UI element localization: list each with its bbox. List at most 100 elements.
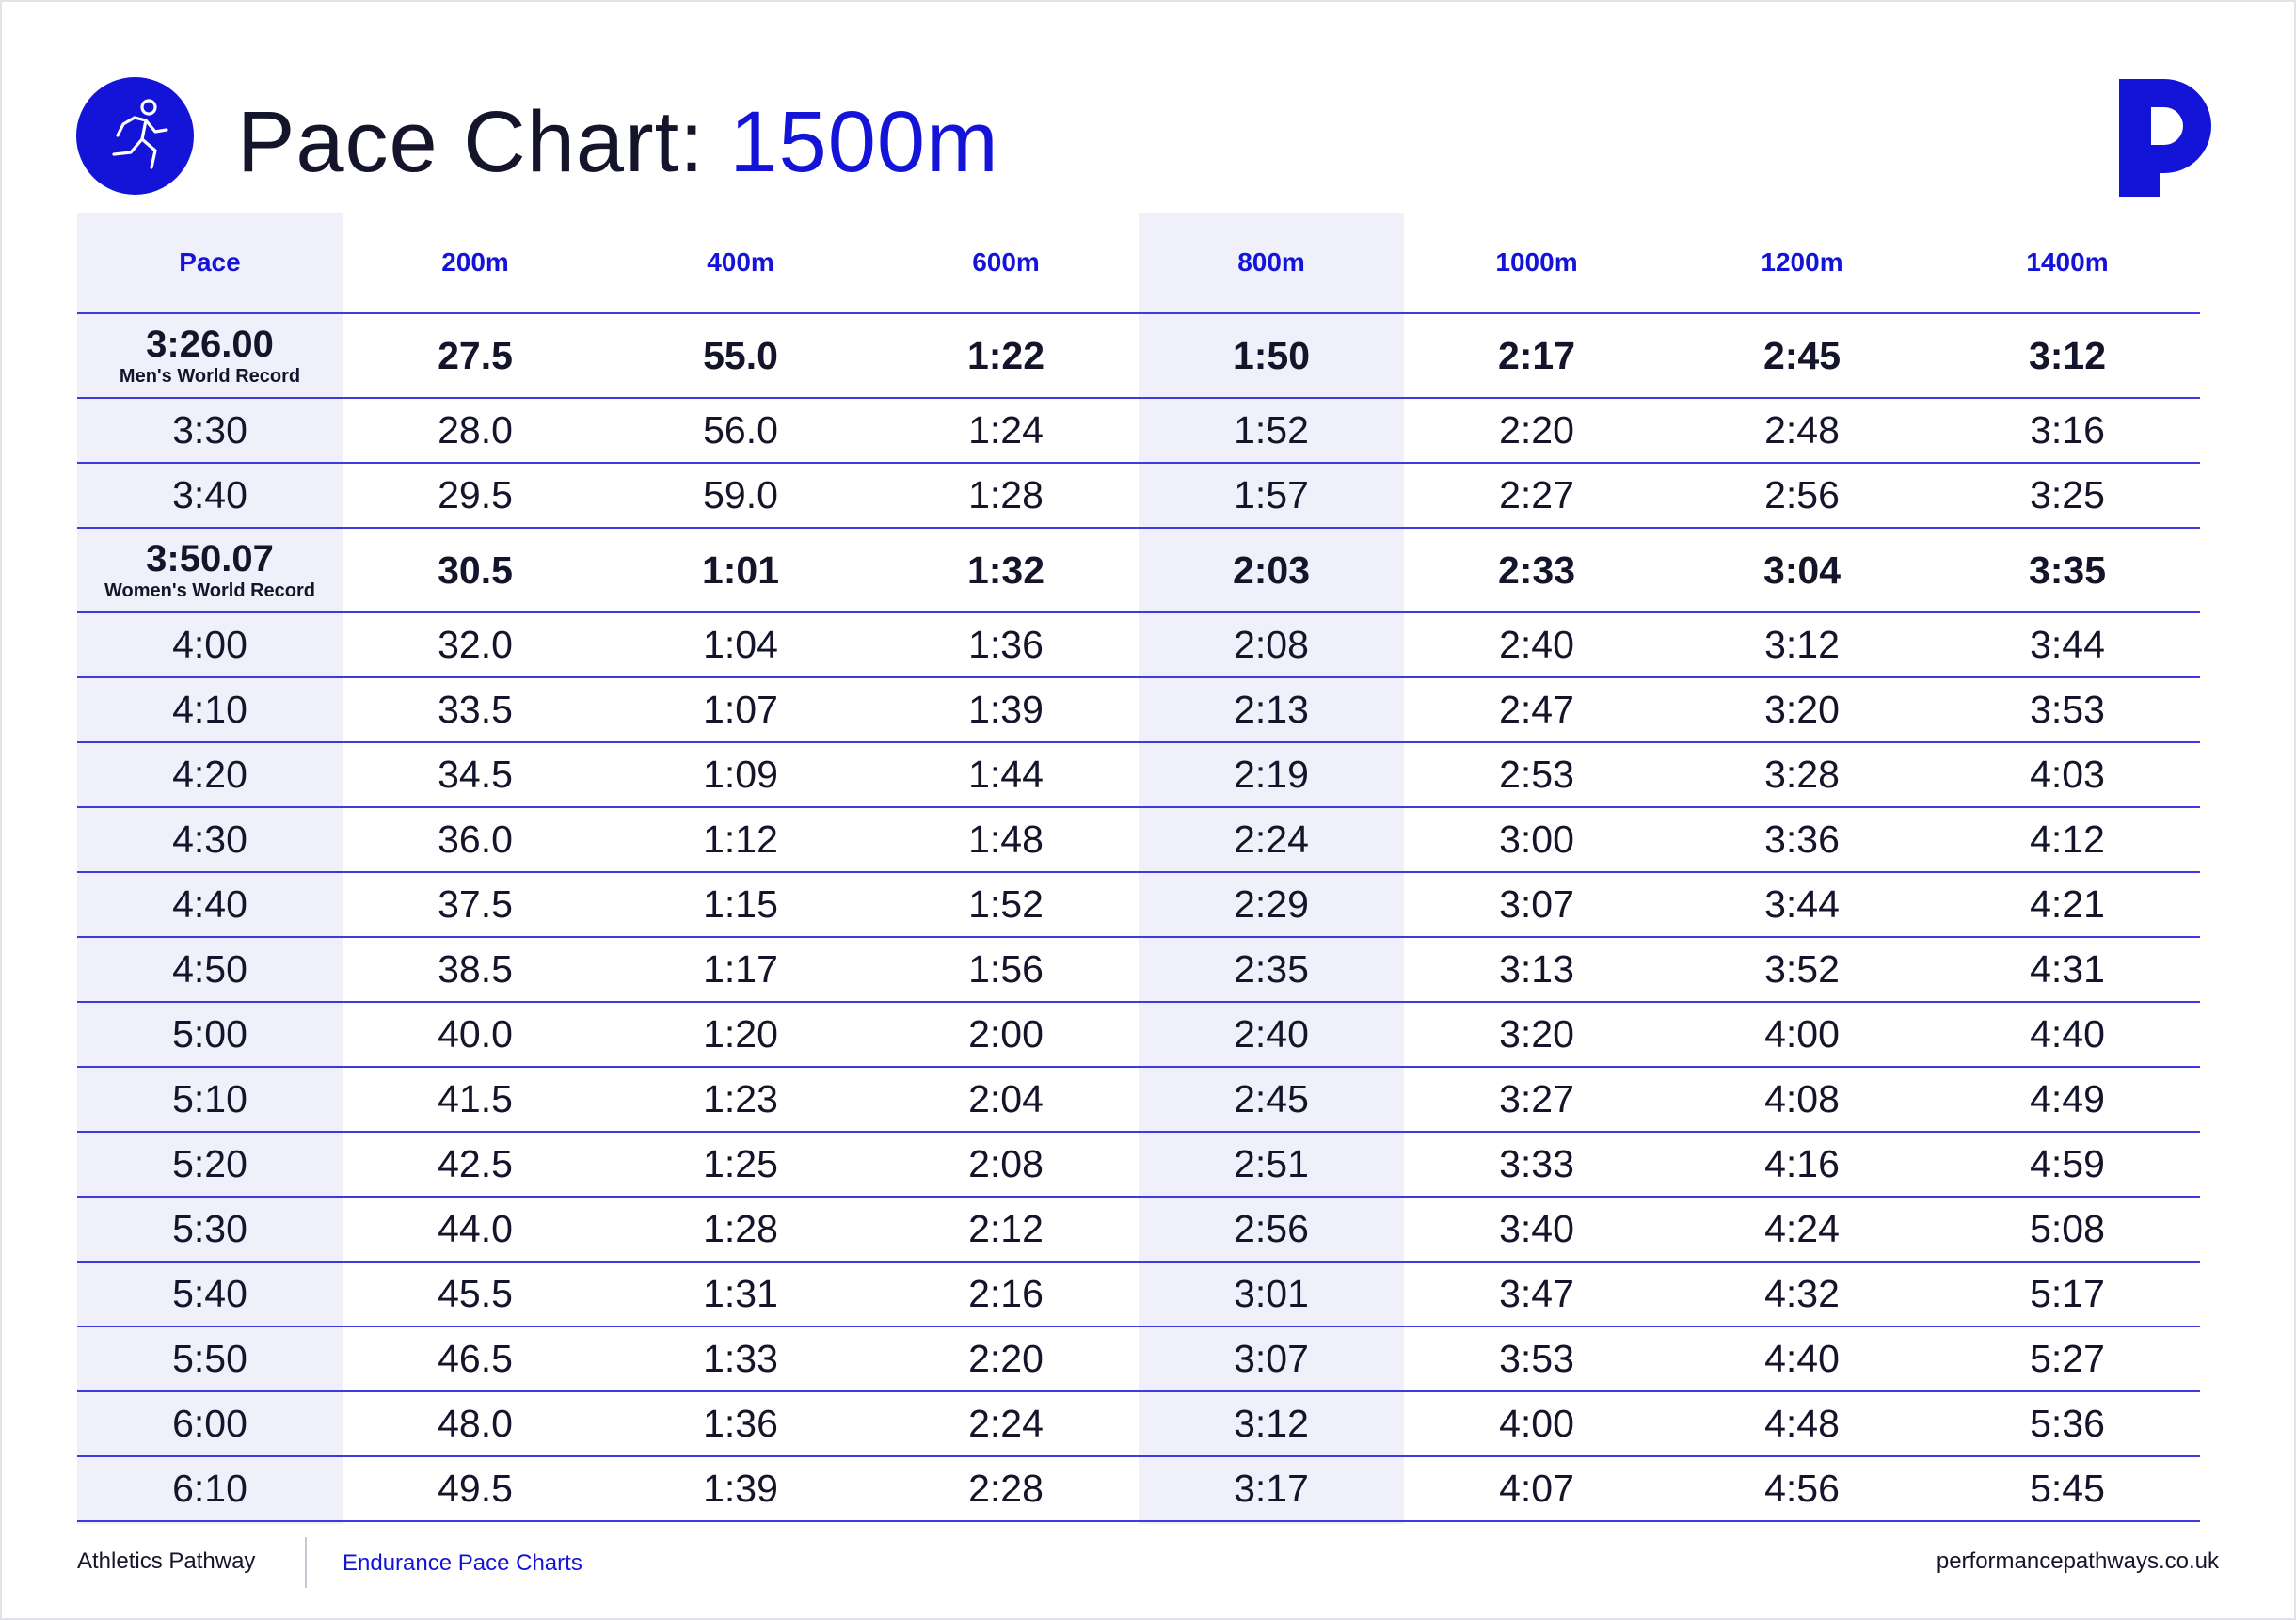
column-header: Pace [77, 213, 343, 314]
pace-table: Pace 200m 400m 600m 800m 1000m 1200m 1400m 3:26… [77, 213, 2200, 1522]
split-cell: 4:24 [1669, 1197, 1935, 1263]
split-cell: 36.0 [343, 807, 608, 873]
split-cell: 4:12 [1935, 807, 2200, 873]
split-cell: 2:48 [1669, 398, 1935, 464]
split-cell: 1:28 [608, 1197, 873, 1263]
split-cell: 3:40 [1404, 1197, 1669, 1263]
split-cell: 3:28 [1669, 742, 1935, 808]
table-row: 6:10 49.5 1:39 2:28 3:17 4:07 4:56 5:45 [77, 1456, 2200, 1522]
split-cell: 2:08 [873, 1132, 1139, 1198]
split-cell: 1:57 [1139, 463, 1404, 529]
split-cell: 4:00 [1404, 1391, 1669, 1457]
split-cell: 3:12 [1139, 1391, 1404, 1457]
split-cell: 3:20 [1669, 677, 1935, 743]
split-cell: 1:36 [608, 1391, 873, 1457]
split-cell: 4:31 [1935, 937, 2200, 1003]
split-cell: 1:36 [873, 612, 1139, 678]
table-row: 4:20 34.5 1:09 1:44 2:19 2:53 3:28 4:03 [77, 742, 2200, 808]
footer-divider [305, 1537, 307, 1588]
footer-middle-label: Endurance Pace Charts [343, 1550, 582, 1576]
split-cell: 4:40 [1669, 1326, 1935, 1392]
split-cell: 59.0 [608, 463, 873, 529]
pace-cell: 5:40 [77, 1262, 343, 1327]
split-cell: 2:13 [1139, 677, 1404, 743]
split-cell: 1:09 [608, 742, 873, 808]
split-cell: 1:50 [1139, 313, 1404, 399]
split-cell: 4:16 [1669, 1132, 1935, 1198]
split-cell: 33.5 [343, 677, 608, 743]
split-cell: 2:24 [1139, 807, 1404, 873]
split-cell: 2:51 [1139, 1132, 1404, 1198]
split-cell: 2:20 [1404, 398, 1669, 464]
split-cell: 3:12 [1935, 313, 2200, 399]
split-cell: 3:25 [1935, 463, 2200, 529]
table-row: 4:50 38.5 1:17 1:56 2:35 3:13 3:52 4:31 [77, 937, 2200, 1003]
split-cell: 2:40 [1404, 612, 1669, 678]
split-cell: 48.0 [343, 1391, 608, 1457]
split-cell: 42.5 [343, 1132, 608, 1198]
split-cell: 4:59 [1935, 1132, 2200, 1198]
split-cell: 3:04 [1669, 528, 1935, 613]
split-cell: 56.0 [608, 398, 873, 464]
split-cell: 3:07 [1404, 872, 1669, 938]
split-cell: 2:29 [1139, 872, 1404, 938]
split-cell: 40.0 [343, 1002, 608, 1068]
split-cell: 4:07 [1404, 1456, 1669, 1522]
split-cell: 3:33 [1404, 1132, 1669, 1198]
pace-table-container: Pace 200m 400m 600m 800m 1000m 1200m 1400m 3:26… [77, 213, 2200, 1524]
split-cell: 38.5 [343, 937, 608, 1003]
split-cell: 3:53 [1935, 677, 2200, 743]
split-cell: 1:39 [873, 677, 1139, 743]
split-cell: 3:36 [1669, 807, 1935, 873]
split-cell: 3:16 [1935, 398, 2200, 464]
split-cell: 2:45 [1669, 313, 1935, 399]
split-cell: 2:08 [1139, 612, 1404, 678]
split-cell: 5:36 [1935, 1391, 2200, 1457]
table-row: 5:00 40.0 1:20 2:00 2:40 3:20 4:00 4:40 [77, 1002, 2200, 1068]
pace-cell: 5:20 [77, 1132, 343, 1198]
split-cell: 55.0 [608, 313, 873, 399]
split-cell: 1:52 [1139, 398, 1404, 464]
split-cell: 49.5 [343, 1456, 608, 1522]
column-header: 800m [1139, 213, 1404, 314]
split-cell: 2:12 [873, 1197, 1139, 1263]
split-cell: 1:17 [608, 937, 873, 1003]
split-cell: 1:44 [873, 742, 1139, 808]
split-cell: 4:08 [1669, 1067, 1935, 1133]
split-cell: 5:27 [1935, 1326, 2200, 1392]
split-cell: 2:56 [1139, 1197, 1404, 1263]
split-cell: 3:53 [1404, 1326, 1669, 1392]
table-row: 3:50.07 Women's World Record 30.5 1:01 1:32 2… [77, 528, 2200, 613]
split-cell: 4:56 [1669, 1456, 1935, 1522]
table-row: 5:10 41.5 1:23 2:04 2:45 3:27 4:08 4:49 [77, 1067, 2200, 1133]
split-cell: 2:17 [1404, 313, 1669, 399]
table-row: 5:30 44.0 1:28 2:12 2:56 3:40 4:24 5:08 [77, 1197, 2200, 1263]
split-cell: 3:35 [1935, 528, 2200, 613]
pace-cell: 4:30 [77, 807, 343, 873]
column-header: 1400m [1935, 213, 2200, 314]
column-header: 1000m [1404, 213, 1669, 314]
split-cell: 3:00 [1404, 807, 1669, 873]
split-cell: 1:24 [873, 398, 1139, 464]
split-cell: 2:40 [1139, 1002, 1404, 1068]
table-row: 4:30 36.0 1:12 1:48 2:24 3:00 3:36 4:12 [77, 807, 2200, 873]
split-cell: 2:45 [1139, 1067, 1404, 1133]
split-cell: 4:48 [1669, 1391, 1935, 1457]
split-cell: 4:49 [1935, 1067, 2200, 1133]
split-cell: 2:33 [1404, 528, 1669, 613]
split-cell: 4:03 [1935, 742, 2200, 808]
split-cell: 3:44 [1669, 872, 1935, 938]
pace-cell: 3:30 [77, 398, 343, 464]
split-cell: 4:32 [1669, 1262, 1935, 1327]
split-cell: 2:24 [873, 1391, 1139, 1457]
pace-cell: 3:26.00 Men's World Record [77, 313, 343, 399]
split-cell: 1:04 [608, 612, 873, 678]
split-cell: 3:27 [1404, 1067, 1669, 1133]
split-cell: 2:27 [1404, 463, 1669, 529]
split-cell: 2:35 [1139, 937, 1404, 1003]
pace-cell: 6:10 [77, 1456, 343, 1522]
split-cell: 2:00 [873, 1002, 1139, 1068]
split-cell: 1:07 [608, 677, 873, 743]
split-cell: 3:12 [1669, 612, 1935, 678]
split-cell: 2:20 [873, 1326, 1139, 1392]
